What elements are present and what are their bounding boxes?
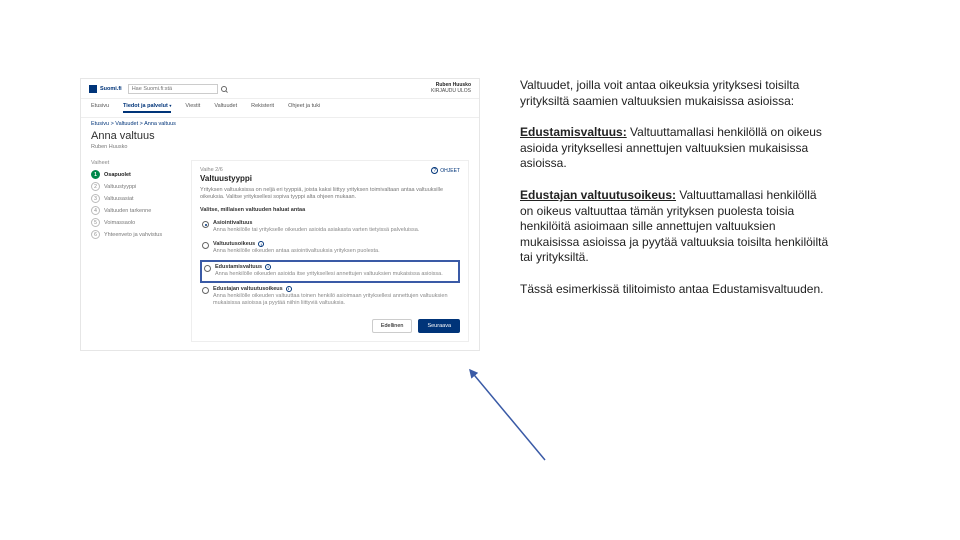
back-button[interactable]: Edellinen — [372, 319, 413, 333]
panel-title: Valtuustyyppi — [200, 174, 252, 183]
panel-description: Yrityksen valtuuksissa on neljä eri tyyp… — [200, 187, 460, 201]
search-input[interactable] — [128, 84, 218, 94]
note-edustamisvaltuus: Edustamisvaltuus: Valtuuttamallasi henki… — [520, 125, 830, 172]
next-button[interactable]: Seuraava — [418, 319, 460, 333]
note-example: Tässä esimerkissä tilitoimisto antaa Edu… — [520, 282, 830, 298]
nav-rekisterit[interactable]: Rekisterit — [251, 103, 274, 113]
help-link[interactable]: ? OHJEET — [431, 167, 460, 174]
help-icon: ? — [431, 167, 438, 174]
info-icon[interactable]: i — [286, 286, 292, 292]
stepper: Vaiheet 1Osapuolet 2Valtuustyyppi 3Valtu… — [91, 160, 181, 342]
option-valtuutusoikeus[interactable]: Valtuutusoikeusi Anna henkilölle oikeude… — [200, 238, 460, 259]
main-nav: Etusivu Tiedot ja palvelut ▾ Viestit Val… — [81, 99, 479, 118]
callout-arrow — [475, 400, 565, 492]
breadcrumb[interactable]: Etusivu > Valtuudet > Anna valtuus — [81, 118, 479, 130]
step-6[interactable]: 6Yhteenveto ja vahvistus — [91, 230, 181, 239]
step-4[interactable]: 4Valtuuden tarkenne — [91, 206, 181, 215]
logo-icon — [89, 85, 97, 93]
option-asiointivaltuus[interactable]: Asiointivaltuus Anna henkilölle tai yrit… — [200, 217, 460, 238]
step-2[interactable]: 2Valtuustyyppi — [91, 182, 181, 191]
search-icon[interactable] — [221, 86, 227, 92]
note-edustajan-valtuutusoikeus: Edustajan valtuutusoikeus: Valtuuttamall… — [520, 188, 830, 266]
content-panel: Vaihe 2/6 Valtuustyyppi ? OHJEET Yrityks… — [191, 160, 469, 342]
user-block: Ruben Huusko KIRJAUDU ULOS — [431, 83, 471, 94]
chevron-down-icon: ▾ — [169, 103, 171, 108]
step-indicator: Vaihe 2/6 — [200, 167, 252, 173]
nav-tiedot[interactable]: Tiedot ja palvelut ▾ — [123, 103, 171, 113]
page-subtitle: Ruben Huusko — [81, 144, 479, 156]
nav-viestit[interactable]: Viestit — [185, 103, 200, 113]
step-1[interactable]: 1Osapuolet — [91, 170, 181, 179]
logo-text: Suomi.fi — [100, 86, 122, 92]
stepper-title: Vaiheet — [91, 160, 181, 166]
nav-etusivu[interactable]: Etusivu — [91, 103, 109, 113]
annotation-column: Valtuudet, joilla voit antaa oikeuksia y… — [520, 78, 830, 351]
step-dot: 1 — [91, 170, 100, 179]
radio-icon — [202, 287, 209, 294]
info-icon[interactable]: i — [258, 241, 264, 247]
nav-valtuudet[interactable]: Valtuudet — [214, 103, 237, 113]
radio-icon — [204, 265, 211, 272]
app-screenshot: Suomi.fi Ruben Huusko KIRJAUDU ULOS Etus… — [80, 78, 480, 351]
step-3[interactable]: 3Valtuusasiat — [91, 194, 181, 203]
radio-icon — [202, 242, 209, 249]
info-icon[interactable]: i — [265, 264, 271, 270]
step-5[interactable]: 5Voimassaolo — [91, 218, 181, 227]
note-intro: Valtuudet, joilla voit antaa oikeuksia y… — [520, 78, 830, 109]
page-title: Anna valtuus — [81, 130, 479, 144]
nav-ohjeet[interactable]: Ohjeet ja tuki — [288, 103, 320, 113]
panel-question: Valitse, millaisen valtuuden haluat anta… — [200, 207, 460, 213]
top-bar: Suomi.fi Ruben Huusko KIRJAUDU ULOS — [81, 79, 479, 99]
search — [128, 84, 425, 94]
logout-link[interactable]: KIRJAUDU ULOS — [431, 89, 471, 95]
option-edustamisvaltuus[interactable]: Edustamisvaltuusi Anna henkilölle oikeud… — [200, 260, 460, 283]
logo[interactable]: Suomi.fi — [89, 85, 122, 93]
radio-icon — [202, 221, 209, 228]
option-edustajan-valtuutusoikeus[interactable]: Edustajan valtuutusoikeusi Anna henkilöl… — [200, 283, 460, 311]
button-row: Edellinen Seuraava — [200, 319, 460, 333]
